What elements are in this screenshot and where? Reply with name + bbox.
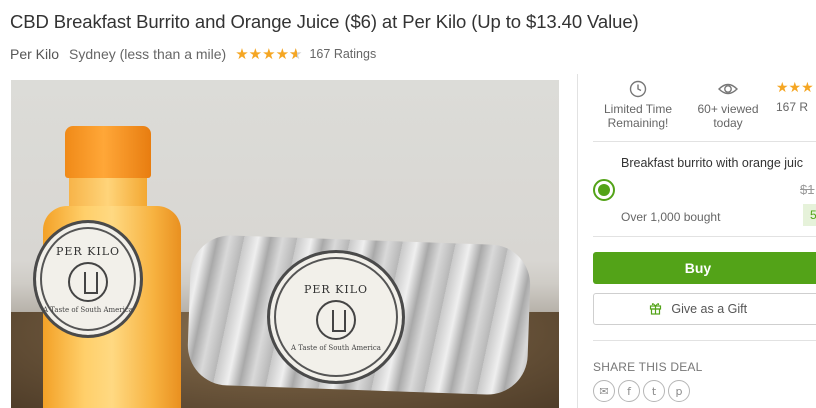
- discount-badge: 5: [803, 204, 816, 226]
- star-icon: ★: [235, 45, 249, 63]
- deal-title: CBD Breakfast Burrito and Orange Juice (…: [10, 11, 639, 32]
- logo-text: PER KILO: [55, 244, 121, 258]
- viewed-stat: 60+ viewed today: [686, 80, 770, 130]
- gift-button[interactable]: Give as a Gift: [593, 293, 816, 325]
- column-divider: [577, 74, 578, 408]
- ratings-stat: ★★★ 167 R: [776, 80, 816, 114]
- ratings-short-text: 167 R: [776, 100, 809, 114]
- option-title[interactable]: Breakfast burrito with orange juic: [621, 156, 803, 170]
- share-label: SHARE THIS DEAL: [593, 360, 703, 374]
- share-icons: ✉ f t p: [593, 380, 690, 402]
- divider: [593, 340, 816, 341]
- logo-text: PER KILO: [303, 282, 369, 296]
- twitter-icon[interactable]: t: [643, 380, 665, 402]
- logo-subtext: A Taste of South America: [291, 343, 381, 352]
- star-icon: ★: [248, 45, 263, 63]
- ratings-count[interactable]: 167 Ratings: [309, 47, 376, 61]
- facebook-icon[interactable]: f: [618, 380, 640, 402]
- buy-button[interactable]: Buy: [593, 252, 816, 284]
- time-remaining-text: Limited Time Remaining!: [603, 102, 673, 130]
- star-icon: ★: [262, 45, 276, 63]
- scale-logo-icon: [316, 299, 356, 340]
- viewed-period: today: [713, 116, 743, 130]
- pinterest-icon[interactable]: p: [668, 380, 690, 402]
- bought-count: Over 1,000 bought: [621, 210, 721, 224]
- divider: [593, 141, 816, 142]
- deal-meta: Per Kilo Sydney (less than a mile) ★ ★ ★…: [10, 46, 376, 62]
- rating-stars: ★ ★ ★ ★ ★: [235, 47, 302, 62]
- gift-button-label: Give as a Gift: [671, 302, 748, 316]
- scale-logo-icon: [68, 261, 108, 302]
- clock-icon: [629, 80, 647, 98]
- star-icon: ★: [275, 45, 290, 63]
- time-remaining-stat: Limited Time Remaining!: [596, 80, 680, 130]
- original-price: $1: [800, 182, 815, 197]
- half-star-icon: ★: [289, 47, 302, 62]
- burrito-logo-label: PER KILO A Taste of South America: [267, 250, 405, 384]
- rating-stars-small: ★★★: [776, 79, 814, 95]
- option-radio[interactable]: [593, 179, 615, 201]
- logo-subtext: A Taste of South America: [43, 305, 133, 314]
- bottle-logo-label: PER KILO A Taste of South America: [33, 220, 143, 338]
- bottle-cap: [65, 126, 151, 178]
- divider: [593, 236, 816, 237]
- gift-icon: [649, 303, 661, 315]
- location-text: Sydney (less than a mile): [69, 46, 227, 62]
- email-icon[interactable]: ✉: [593, 380, 615, 402]
- eye-icon: [718, 83, 738, 95]
- viewed-count: 60+ viewed: [697, 102, 759, 116]
- merchant-link[interactable]: Per Kilo: [10, 46, 59, 62]
- deal-photo[interactable]: PER KILO A Taste of South America PER KI…: [11, 80, 559, 408]
